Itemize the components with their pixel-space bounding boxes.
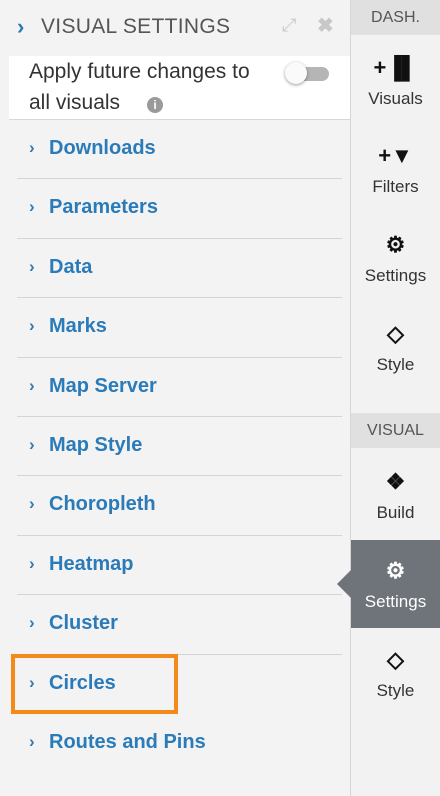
visual-section-header: VISUAL bbox=[351, 413, 440, 448]
rail-button-label: Build bbox=[376, 503, 415, 522]
rail-button-dash-settings[interactable]: ⚙ Settings bbox=[351, 214, 440, 302]
gears-icon: ⚙ bbox=[385, 232, 406, 257]
active-pointer bbox=[337, 570, 351, 598]
rail-button-label: Settings bbox=[364, 266, 427, 285]
chevron-right-icon: › bbox=[29, 316, 35, 336]
rail-button-label: Settings bbox=[364, 592, 427, 611]
panel-header: › VISUAL SETTINGS ⤢ ✖ bbox=[0, 0, 350, 56]
rail-button-label: Style bbox=[376, 681, 415, 700]
dash-section-header: DASH. bbox=[351, 0, 440, 35]
close-icon[interactable]: ✖ bbox=[317, 13, 334, 38]
menu-item-label: Routes and Pins bbox=[49, 730, 206, 753]
chevron-right-icon: › bbox=[29, 553, 35, 573]
menu-item-label: Marks bbox=[49, 315, 107, 338]
chevron-right-icon: › bbox=[29, 494, 35, 514]
rail-button-dash-style[interactable]: ◇ Style bbox=[351, 303, 440, 391]
rail-button-visuals[interactable]: +▐▌ Visuals bbox=[351, 37, 440, 125]
menu-item-label: Map Server bbox=[49, 374, 157, 397]
menu-item-parameters[interactable]: › Parameters bbox=[17, 179, 342, 239]
rail-button-label: Filters bbox=[372, 177, 419, 196]
panel-title: VISUAL SETTINGS bbox=[41, 15, 231, 38]
menu-item-label: Heatmap bbox=[49, 552, 134, 575]
menu-item-label: Cluster bbox=[49, 612, 118, 635]
menu-item-map-style[interactable]: › Map Style bbox=[17, 417, 342, 477]
menu-item-label: Data bbox=[49, 255, 93, 278]
gears-icon: ⚙ bbox=[385, 558, 406, 583]
menu-item-downloads[interactable]: › Downloads bbox=[17, 120, 342, 180]
menu-item-map-server[interactable]: › Map Server bbox=[17, 358, 342, 417]
chevron-right-icon: › bbox=[29, 613, 35, 633]
rail-button-label: Visuals bbox=[368, 89, 423, 108]
menu-item-heatmap[interactable]: › Heatmap bbox=[17, 536, 342, 596]
rail-button-visual-settings[interactable]: ⚙ Settings bbox=[337, 540, 440, 628]
menu-item-routes-and-pins[interactable]: › Routes and Pins bbox=[17, 714, 342, 773]
menu-item-label: Downloads bbox=[49, 137, 156, 159]
circles-highlight-box bbox=[11, 654, 178, 714]
toggle-knob bbox=[285, 62, 307, 84]
menu-item-cluster[interactable]: › Cluster bbox=[17, 595, 342, 655]
menu-item-label: Map Style bbox=[49, 433, 143, 456]
expand-icon[interactable]: ⤢ bbox=[282, 15, 296, 36]
apply-future-changes-toggle[interactable] bbox=[285, 62, 331, 84]
rail-button-visual-style[interactable]: ◇ Style bbox=[351, 629, 440, 717]
apply-future-changes-row: Apply future changes to all visuals i bbox=[9, 56, 350, 120]
menu-item-label: Parameters bbox=[49, 196, 158, 219]
chevron-right-icon: › bbox=[29, 731, 35, 751]
chevron-right-icon: › bbox=[29, 256, 35, 276]
rail-button-label: Style bbox=[376, 355, 415, 374]
side-rail: DASH. +▐▌ Visuals +▼ Filters ⚙ Settings … bbox=[337, 0, 440, 796]
diamond-icon: ◇ bbox=[387, 321, 404, 346]
rail-button-filters[interactable]: +▼ Filters bbox=[351, 125, 440, 213]
menu-item-choropleth[interactable]: › Choropleth bbox=[17, 476, 342, 536]
collapse-chevron-icon[interactable]: › bbox=[17, 14, 24, 40]
apply-label-line1: Apply future changes to bbox=[29, 60, 250, 83]
chevron-right-icon: › bbox=[29, 197, 35, 217]
menu-item-label: Choropleth bbox=[49, 493, 156, 516]
menu-item-marks[interactable]: › Marks bbox=[17, 298, 342, 358]
chevron-right-icon: › bbox=[29, 375, 35, 395]
rail-button-build[interactable]: ❖ Build bbox=[351, 451, 440, 539]
cubes-icon: ❖ bbox=[385, 469, 406, 494]
chevron-right-icon: › bbox=[29, 138, 35, 157]
info-icon[interactable]: i bbox=[147, 97, 163, 113]
chevron-right-icon: › bbox=[29, 434, 35, 454]
diamond-icon: ◇ bbox=[387, 647, 404, 672]
apply-label-line2: all visuals bbox=[29, 91, 121, 114]
add-filter-icon: +▼ bbox=[378, 143, 413, 168]
add-chart-icon: +▐▌ bbox=[373, 55, 418, 80]
menu-item-data[interactable]: › Data bbox=[17, 239, 342, 299]
